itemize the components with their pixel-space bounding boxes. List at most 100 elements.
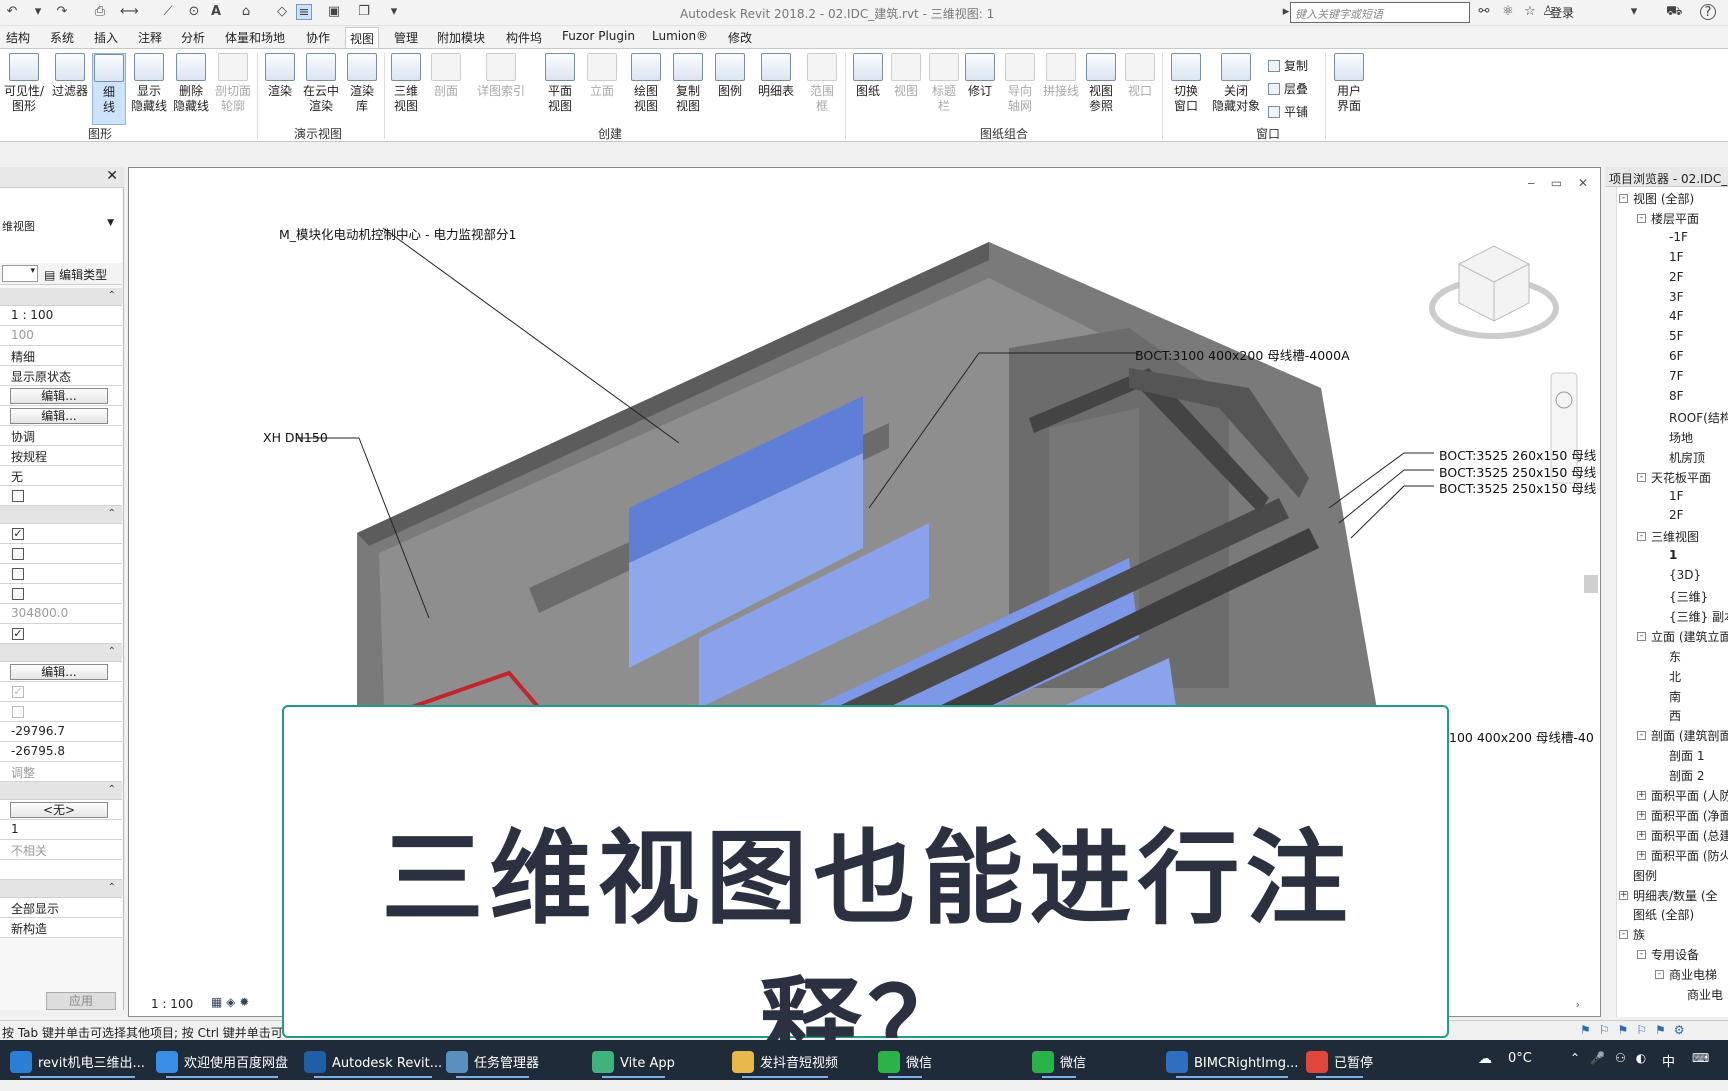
property-row[interactable]: 编辑... [0, 406, 122, 426]
property-checkbox[interactable] [12, 588, 24, 600]
expand-icon[interactable]: + [1637, 810, 1646, 820]
close-icon[interactable]: ✕ [106, 168, 118, 184]
browser-tree-item[interactable]: 剖面 2 [1669, 767, 1704, 784]
tray-icons[interactable]: ⌃🎤⚇◐ [1570, 1040, 1656, 1080]
browser-tree-item[interactable]: 面积平面 (防火 [1651, 847, 1728, 864]
tile-window-button[interactable]: 平铺 [1268, 103, 1308, 120]
tab-annotate[interactable]: 注释 [138, 29, 162, 46]
browser-tree-item[interactable]: 剖面 (建筑剖面 [1651, 727, 1728, 744]
browser-tree-item[interactable]: 族 [1633, 926, 1645, 943]
browser-tree-item[interactable]: 三维视图 [1651, 528, 1699, 545]
browser-tree-item[interactable]: 1 [1669, 548, 1677, 562]
text-icon[interactable]: A [208, 4, 224, 20]
browser-tree-item[interactable]: 5F [1669, 329, 1684, 343]
browser-tree-item[interactable]: 立面 (建筑立面 [1651, 628, 1728, 645]
property-edit-button[interactable]: 编辑... [10, 408, 108, 424]
view-reference-button[interactable]: 视图 参照 [1084, 53, 1118, 114]
property-row[interactable]: 不相关 [0, 840, 122, 860]
viewcube[interactable] [1429, 245, 1559, 339]
star-icon[interactable]: ☆ [1522, 4, 1538, 20]
collapse-icon[interactable]: - [1637, 631, 1646, 641]
browser-tree-item[interactable]: 面积平面 (净面 [1651, 807, 1728, 824]
property-edit-button[interactable]: 编辑... [10, 388, 108, 404]
taskbar-app[interactable]: 任务管理器 [446, 1040, 539, 1080]
browser-tree-item[interactable]: {三维} [1669, 588, 1708, 605]
annotation-tag[interactable]: 100 400x200 母线槽-40 [1449, 727, 1594, 746]
schedules-button[interactable]: 明细表 [756, 53, 796, 99]
browser-tree-item[interactable]: 图例 [1633, 867, 1657, 884]
apply-button[interactable]: 应用 [46, 992, 116, 1010]
remove-hidden-lines-button[interactable]: 删除 隐藏线 [170, 53, 212, 114]
render-cloud-button[interactable]: 在云中 渲染 [300, 53, 342, 114]
property-row[interactable]: -29796.7 [0, 722, 122, 742]
expand-icon[interactable]: + [1637, 791, 1646, 800]
switch-windows-button[interactable]: 切换 窗口 [1166, 53, 1206, 114]
3d-view-icon[interactable]: ⌂ [238, 4, 254, 20]
dropdown-icon[interactable]: ▾ [1626, 4, 1642, 20]
browser-tree-item[interactable]: 图纸 (全部) [1633, 906, 1694, 923]
section-icon[interactable]: ◇ [274, 4, 290, 20]
property-row[interactable]: 无 [0, 466, 122, 486]
visibility-graphics-button[interactable]: 可见性/ 图形 [2, 53, 46, 114]
drafting-view-button[interactable]: 绘图 视图 [628, 53, 664, 114]
property-row[interactable]: 新构造 [0, 918, 122, 938]
property-row[interactable]: 1 [0, 820, 122, 840]
revisions-button[interactable]: 修订 [962, 53, 998, 99]
tab-component-dock[interactable]: 构件坞 [506, 29, 542, 46]
property-edit-button[interactable]: 编辑... [10, 664, 108, 680]
browser-tree-item[interactable]: 专用设备 [1651, 946, 1699, 963]
cut-profile-button[interactable]: 剖切面 轮廓 [212, 53, 254, 114]
property-row[interactable] [0, 486, 122, 506]
property-row[interactable]: 精细 [0, 346, 122, 366]
viewports-button[interactable]: 视口 [1122, 53, 1158, 99]
collapse-icon[interactable]: - [1637, 950, 1646, 960]
tab-structure[interactable]: 结构 [6, 29, 30, 46]
property-group-header[interactable]: ⌃ [0, 506, 122, 524]
matchline-button[interactable]: 拼接线 [1040, 53, 1082, 99]
taskbar-app[interactable]: revit机电三维出... [10, 1040, 145, 1080]
elevation-button[interactable]: 立面 [584, 53, 620, 99]
property-row[interactable]: 304800.0 [0, 604, 122, 624]
subscription-icon[interactable]: ⚛ [1500, 4, 1516, 20]
browser-tree-item[interactable]: 2F [1669, 270, 1684, 284]
tab-collaborate[interactable]: 协作 [306, 29, 330, 46]
browser-tree-item[interactable]: 4F [1669, 309, 1684, 323]
tab-manage[interactable]: 管理 [394, 29, 418, 46]
scope-box-button[interactable]: 范围 框 [804, 53, 840, 114]
collapse-icon[interactable]: - [1619, 930, 1628, 940]
property-row[interactable]: 编辑... [0, 386, 122, 406]
property-edit-button[interactable]: <无> [10, 802, 108, 818]
render-button[interactable]: 渲染 [262, 53, 298, 99]
property-row[interactable]: ✓ [0, 524, 122, 544]
property-row[interactable]: 编辑... [0, 662, 122, 682]
taskbar-app[interactable]: Vite App [592, 1040, 675, 1080]
view-scale[interactable]: 1 : 100 [151, 997, 193, 1011]
property-row[interactable] [0, 584, 122, 604]
browser-tree-item[interactable]: 西 [1669, 707, 1681, 724]
taskbar-app[interactable]: 微信 [878, 1040, 932, 1080]
view-window-controls[interactable]: ‒ ▭ ✕ [1527, 176, 1594, 190]
taskbar-app[interactable]: 欢迎使用百度网盘 [156, 1040, 288, 1080]
property-row[interactable] [0, 860, 122, 880]
dimension-icon[interactable]: ⟋ [160, 4, 176, 20]
instance-filter-dropdown[interactable]: ▾ [2, 265, 38, 282]
close-hidden-button[interactable]: 关闭 隐藏对象 [1208, 53, 1264, 114]
property-checkbox[interactable]: ✓ [12, 686, 24, 698]
property-row[interactable]: <无> [0, 800, 122, 820]
weather-temp[interactable]: 0°C [1508, 1040, 1532, 1080]
viewport-scrollbar-thumb[interactable] [1584, 575, 1598, 593]
customize-icon[interactable]: ▾ [386, 4, 402, 20]
browser-tree-item[interactable]: 剖面 1 [1669, 747, 1704, 764]
tab-addins[interactable]: 附加模块 [437, 29, 485, 46]
network-icon[interactable]: ⌨ [1692, 1040, 1709, 1080]
collapse-icon[interactable]: - [1637, 472, 1646, 482]
property-row[interactable] [0, 544, 122, 564]
expand-icon[interactable]: + [1637, 830, 1646, 840]
tag-icon[interactable]: ⊙ [186, 4, 202, 20]
legends-button[interactable]: 图例 [712, 53, 748, 99]
guide-grid-button[interactable]: 导向 轴网 [1002, 53, 1038, 114]
property-row[interactable] [0, 702, 122, 722]
cascade-window-button[interactable]: 层叠 [1268, 80, 1308, 97]
browser-tree-item[interactable]: 天花板平面 [1651, 469, 1711, 486]
browser-tree-item[interactable]: {三维} 副本 [1669, 608, 1728, 625]
